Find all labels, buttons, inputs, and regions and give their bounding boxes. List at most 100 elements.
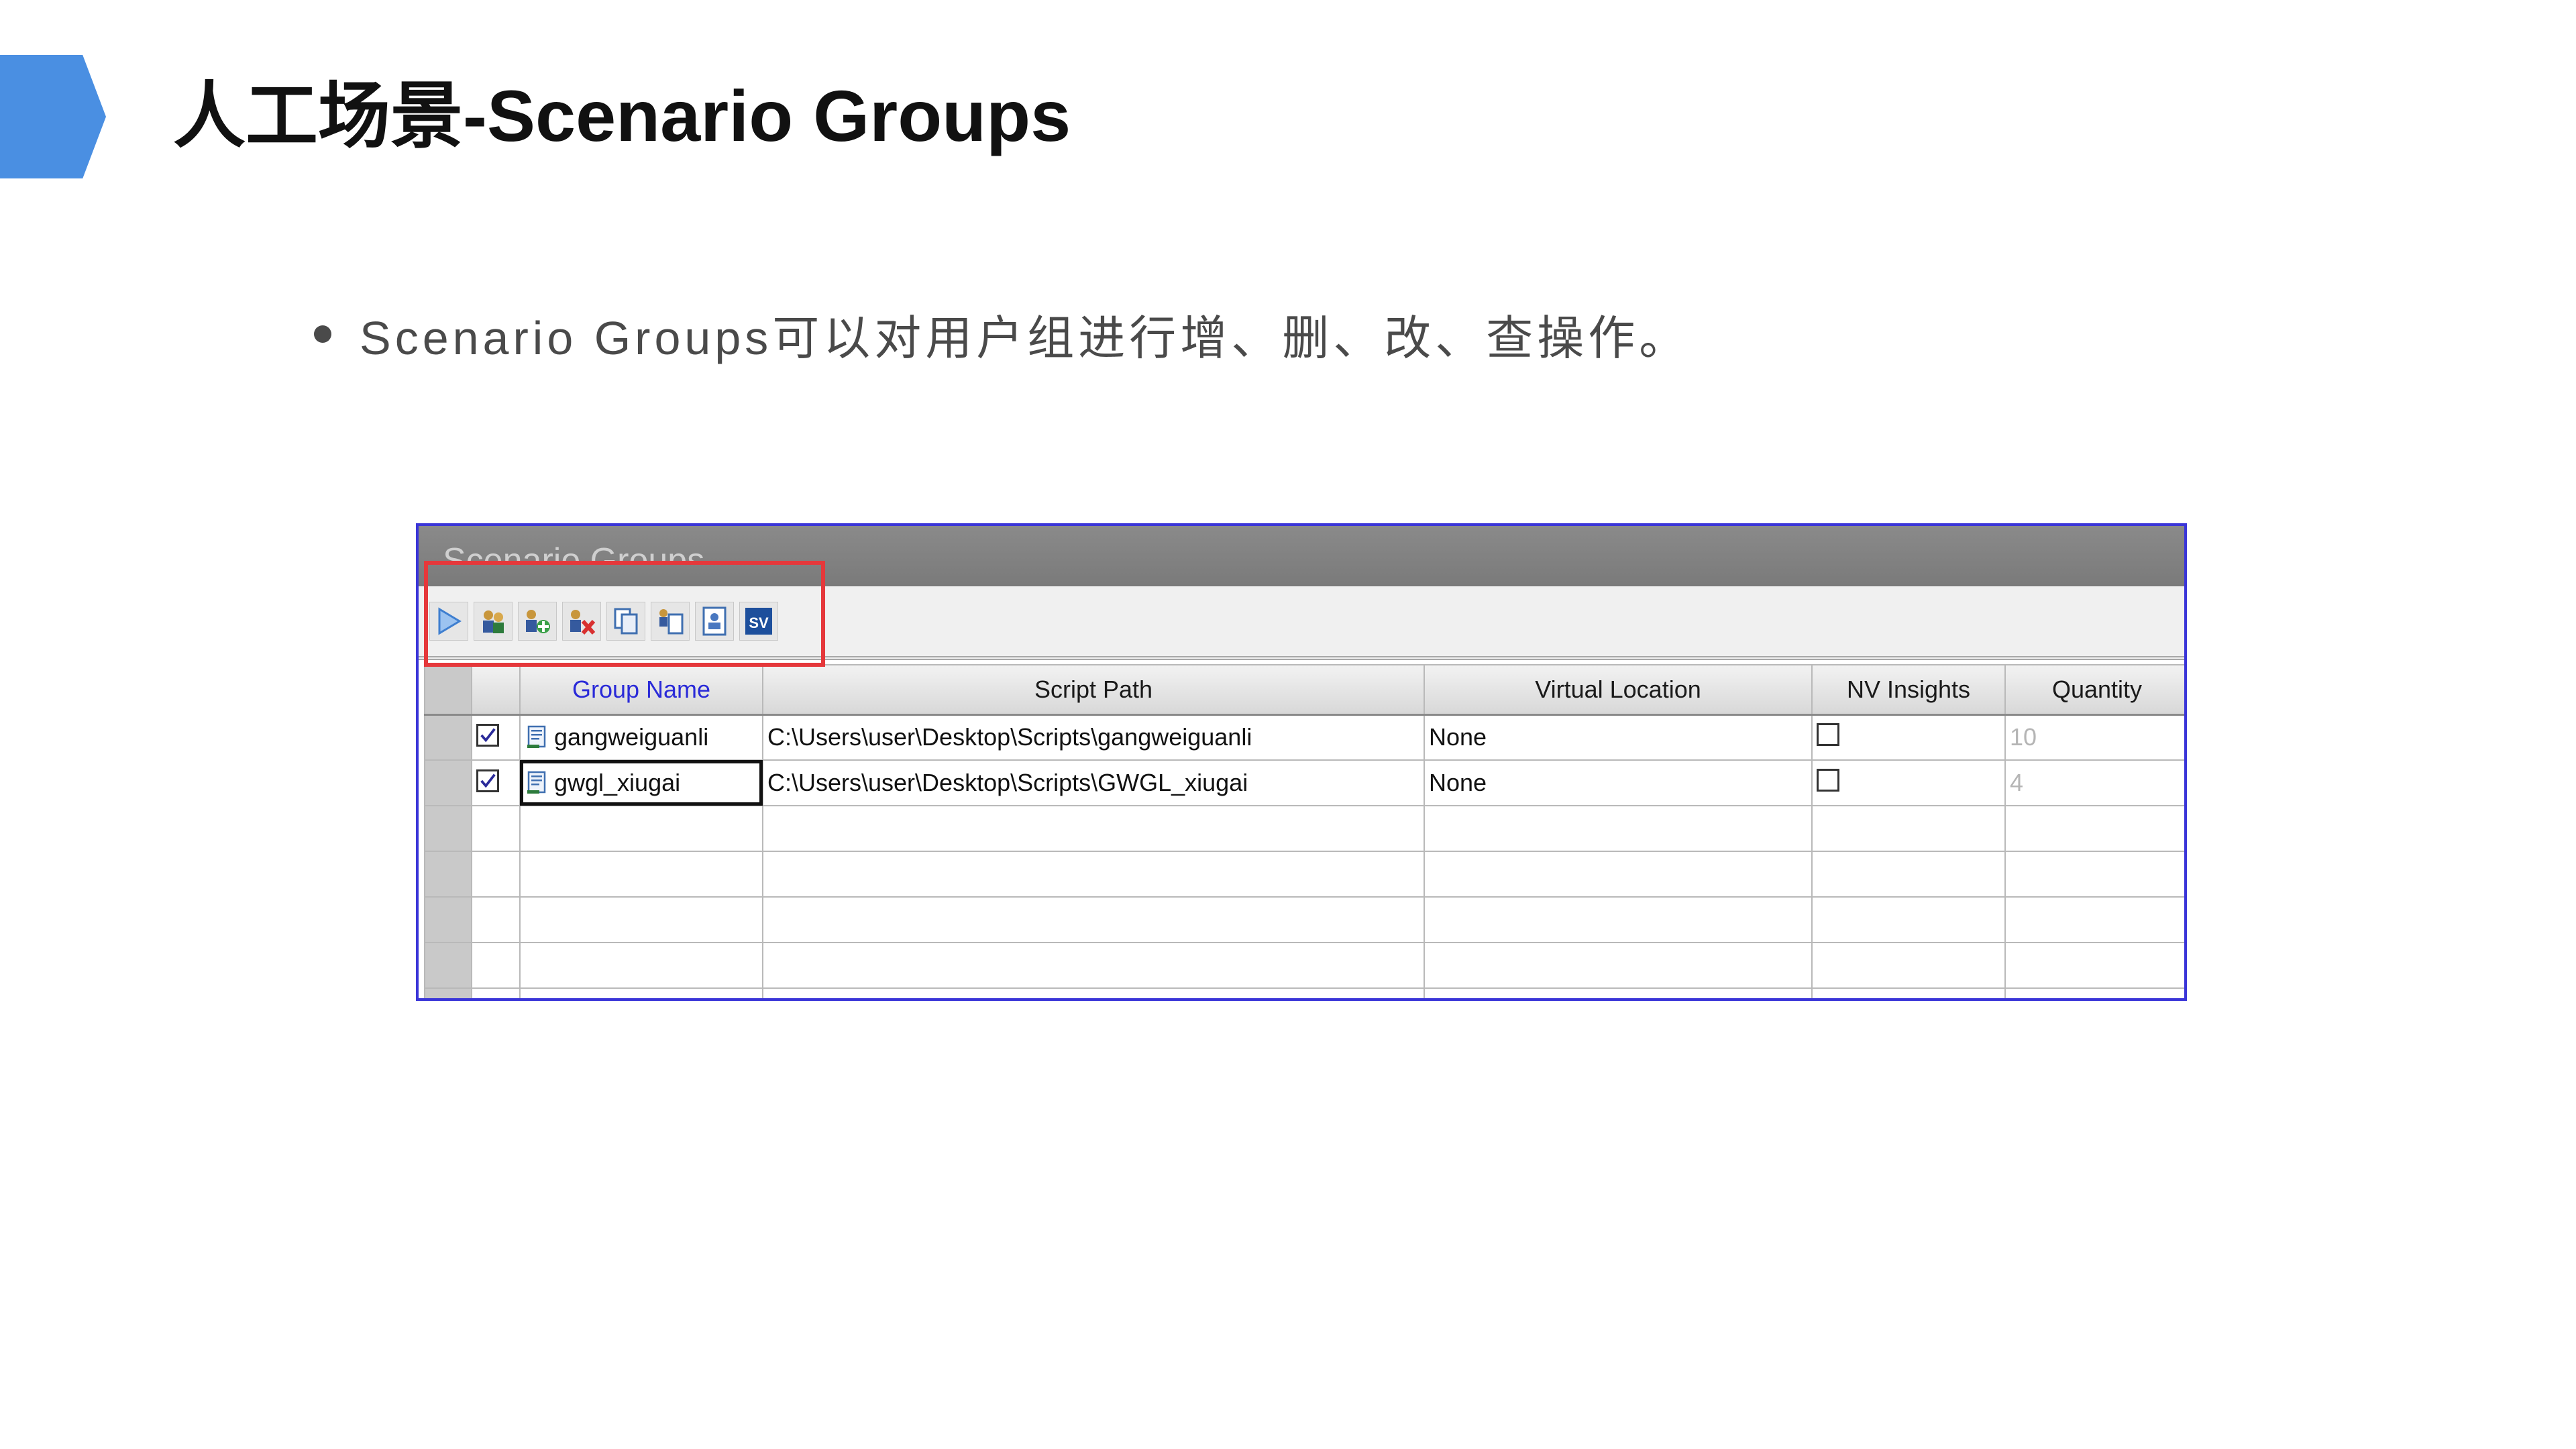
- column-header-quantity[interactable]: Quantity: [2004, 664, 2184, 716]
- row-header[interactable]: [424, 942, 472, 989]
- empty-cell[interactable]: [1424, 851, 1813, 898]
- empty-cell[interactable]: [762, 896, 1425, 943]
- group-name-text: gwgl_xiugai: [554, 769, 681, 796]
- corner-header: [424, 664, 472, 716]
- window-titlebar: Scenario Groups: [419, 526, 2184, 588]
- nv-insights-checkbox[interactable]: [1817, 768, 1839, 792]
- empty-cell[interactable]: [1424, 805, 1813, 852]
- group-name-text: gangweiguanli: [554, 723, 709, 751]
- empty-cell[interactable]: [762, 987, 1425, 998]
- empty-cell[interactable]: [2004, 851, 2184, 898]
- column-header-group-name[interactable]: Group Name: [519, 664, 763, 716]
- scenario-groups-window: Scenario Groups SV Group Name Script Pat…: [416, 523, 2187, 1001]
- svg-text:SV: SV: [749, 614, 769, 631]
- groups-table: Group Name Script Path Virtual Location …: [424, 664, 2184, 998]
- empty-table-row[interactable]: [424, 987, 2184, 998]
- checkmark-icon: [480, 728, 496, 743]
- enabled-column-header: [471, 664, 521, 716]
- table-row[interactable]: gangweiguanli C:\Users\user\Desktop\Scri…: [424, 714, 2184, 761]
- delete-group-button[interactable]: [562, 602, 601, 641]
- empty-cell[interactable]: [1811, 896, 2006, 943]
- group-users-icon: [483, 610, 504, 633]
- empty-table-row[interactable]: [424, 805, 2184, 852]
- row-header[interactable]: [424, 714, 472, 761]
- group-details-button[interactable]: [695, 602, 734, 641]
- nv-insights-cell[interactable]: [1811, 759, 2006, 806]
- duplicate-group-button[interactable]: [651, 602, 690, 641]
- table-header-row: Group Name Script Path Virtual Location …: [424, 664, 2184, 716]
- row-header[interactable]: [424, 987, 472, 998]
- empty-cell[interactable]: [2004, 942, 2184, 989]
- column-header-virtual-location[interactable]: Virtual Location: [1424, 664, 1813, 716]
- empty-cell[interactable]: [519, 987, 763, 998]
- empty-cell[interactable]: [762, 942, 1425, 989]
- group-name-cell[interactable]: gwgl_xiugai: [519, 759, 763, 806]
- empty-cell[interactable]: [2004, 896, 2184, 943]
- enabled-checkbox[interactable]: [476, 724, 499, 747]
- empty-cell[interactable]: [519, 942, 763, 989]
- enabled-checkbox[interactable]: [476, 769, 499, 792]
- empty-cell[interactable]: [519, 805, 763, 852]
- empty-table-row[interactable]: [424, 942, 2184, 989]
- empty-cell[interactable]: [1424, 896, 1813, 943]
- vuser-script-button[interactable]: SV: [739, 602, 778, 641]
- script-icon: [527, 771, 546, 794]
- duplicate-group-icon: [659, 609, 684, 635]
- nv-insights-checkbox[interactable]: [1817, 722, 1839, 746]
- table-row[interactable]: gwgl_xiugai C:\Users\user\Desktop\Script…: [424, 759, 2184, 806]
- add-group-button[interactable]: [518, 602, 557, 641]
- row-header[interactable]: [424, 851, 472, 898]
- group-name-cell[interactable]: gangweiguanli: [519, 714, 763, 761]
- empty-cell[interactable]: [1811, 942, 2006, 989]
- empty-cell[interactable]: [471, 987, 521, 998]
- empty-cell[interactable]: [1811, 805, 2006, 852]
- enabled-cell[interactable]: [471, 714, 521, 761]
- page-title: 人工场景-Scenario Groups: [173, 75, 1071, 156]
- empty-cell[interactable]: [2004, 987, 2184, 998]
- nv-insights-cell[interactable]: [1811, 714, 2006, 761]
- empty-cell[interactable]: [471, 942, 521, 989]
- bullet-text: Scenario Groups可以对用户组进行增、删、改、查操作。: [360, 311, 1690, 364]
- row-header[interactable]: [424, 896, 472, 943]
- column-header-script-path[interactable]: Script Path: [762, 664, 1425, 716]
- empty-cell[interactable]: [762, 805, 1425, 852]
- play-button[interactable]: [429, 602, 468, 641]
- empty-table-row[interactable]: [424, 896, 2184, 943]
- empty-cell[interactable]: [1811, 987, 2006, 998]
- quantity-cell[interactable]: 4: [2004, 759, 2184, 806]
- empty-cell[interactable]: [471, 851, 521, 898]
- script-path-cell[interactable]: C:\Users\user\Desktop\Scripts\GWGL_xiuga…: [762, 759, 1425, 806]
- window-title: Scenario Groups: [443, 541, 705, 580]
- empty-cell[interactable]: [762, 851, 1425, 898]
- script-path-cell[interactable]: C:\Users\user\Desktop\Scripts\gangweigua…: [762, 714, 1425, 761]
- checkmark-icon: [480, 773, 496, 788]
- column-header-nv-insights[interactable]: NV Insights: [1811, 664, 2006, 716]
- group-details-icon: [702, 606, 727, 636]
- play-icon: [438, 607, 462, 635]
- empty-table-row[interactable]: [424, 851, 2184, 898]
- empty-cell[interactable]: [519, 896, 763, 943]
- delete-group-icon: [570, 610, 596, 635]
- empty-cell[interactable]: [1424, 942, 1813, 989]
- enabled-cell[interactable]: [471, 759, 521, 806]
- quantity-cell[interactable]: 10: [2004, 714, 2184, 761]
- add-group-icon: [526, 610, 550, 633]
- empty-cell[interactable]: [471, 896, 521, 943]
- bullet-dot: [314, 325, 331, 343]
- script-icon: [527, 726, 546, 749]
- empty-cell[interactable]: [1811, 851, 2006, 898]
- empty-cell[interactable]: [471, 805, 521, 852]
- header-arrow-decoration: [0, 55, 106, 178]
- virtual-location-cell[interactable]: None: [1424, 714, 1813, 761]
- vuser-script-icon: SV: [745, 608, 772, 635]
- group-users-button[interactable]: [474, 602, 513, 641]
- empty-cell[interactable]: [1424, 987, 1813, 998]
- copy-group-icon: [614, 608, 638, 635]
- empty-cell[interactable]: [519, 851, 763, 898]
- virtual-location-cell[interactable]: None: [1424, 759, 1813, 806]
- copy-group-button[interactable]: [606, 602, 645, 641]
- row-header[interactable]: [424, 805, 472, 852]
- row-header[interactable]: [424, 759, 472, 806]
- empty-cell[interactable]: [2004, 805, 2184, 852]
- toolbar: SV: [419, 586, 2184, 660]
